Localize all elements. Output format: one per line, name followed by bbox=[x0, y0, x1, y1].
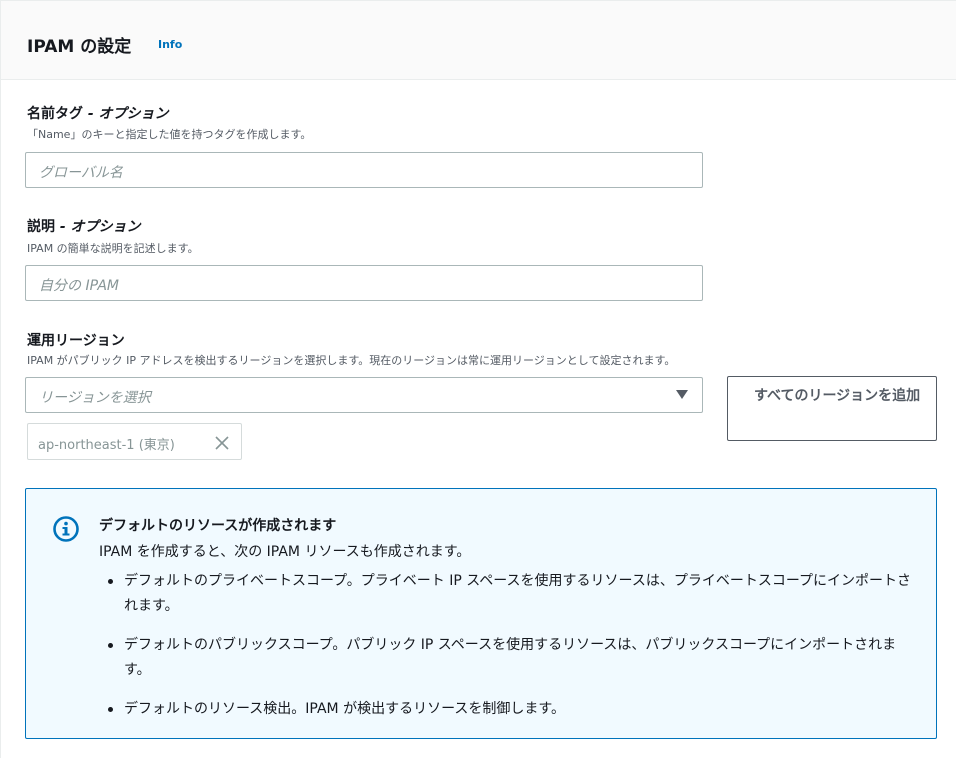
panel-header: IPAM の設定 Info bbox=[1, 0, 956, 80]
name-tag-label: 名前タグ - オプション bbox=[27, 103, 169, 123]
caret-down-icon bbox=[676, 390, 688, 399]
panel-title: IPAM の設定 bbox=[27, 37, 132, 57]
info-icon bbox=[53, 516, 79, 542]
alert-list: デフォルトのプライベートスコープ。プライベート IP スペースを使用するリソース… bbox=[104, 569, 914, 736]
info-link[interactable]: Info bbox=[158, 38, 182, 51]
description-placeholder: 自分の IPAM bbox=[39, 278, 119, 294]
list-item: デフォルトのパブリックスコープ。パブリック IP スペースを使用するリソースは、… bbox=[104, 633, 914, 683]
name-tag-placeholder: グローバル名 bbox=[39, 165, 123, 181]
add-all-regions-button[interactable]: すべてのリージョンを追加 bbox=[727, 376, 937, 441]
description-help: IPAM の簡単な説明を記述します。 bbox=[27, 242, 199, 255]
region-select[interactable]: リージョンを選択 bbox=[25, 377, 703, 413]
operating-regions-label: 運用リージョン bbox=[27, 333, 125, 349]
alert-title: デフォルトのリソースが作成されます bbox=[99, 518, 337, 534]
default-resources-alert: デフォルトのリソースが作成されます IPAM を作成すると、次の IPAM リソ… bbox=[25, 488, 937, 739]
selected-region-token: ap-northeast-1 (東京) bbox=[27, 423, 242, 460]
name-tag-input[interactable]: グローバル名 bbox=[25, 152, 703, 188]
list-item: デフォルトのプライベートスコープ。プライベート IP スペースを使用するリソース… bbox=[104, 569, 914, 619]
add-all-regions-label: すべてのリージョンを追加 bbox=[754, 388, 921, 404]
description-label: 説明 - オプション bbox=[27, 216, 141, 236]
list-item: デフォルトのリソース検出。IPAM が検出するリソースを制御します。 bbox=[104, 697, 914, 722]
ipam-settings-panel: IPAM の設定 Info 名前タグ - オプション 「Name」のキーと指定し… bbox=[0, 0, 956, 758]
alert-body: IPAM を作成すると、次の IPAM リソースも作成されます。 bbox=[99, 544, 471, 560]
description-input[interactable]: 自分の IPAM bbox=[25, 265, 703, 301]
region-select-placeholder: リージョンを選択 bbox=[39, 390, 151, 406]
selected-region-label: ap-northeast-1 (東京) bbox=[38, 438, 175, 453]
operating-regions-description: IPAM がパブリック IP アドレスを検出するリージョンを選択します。現在のリ… bbox=[27, 354, 676, 367]
name-tag-description: 「Name」のキーと指定した値を持つタグを作成します。 bbox=[27, 128, 312, 141]
close-icon[interactable] bbox=[213, 434, 231, 452]
name-tag-optional: - オプション bbox=[87, 106, 169, 122]
description-optional: - オプション bbox=[59, 219, 141, 235]
name-tag-label-text: 名前タグ bbox=[27, 106, 83, 122]
description-label-text: 説明 bbox=[27, 219, 55, 235]
